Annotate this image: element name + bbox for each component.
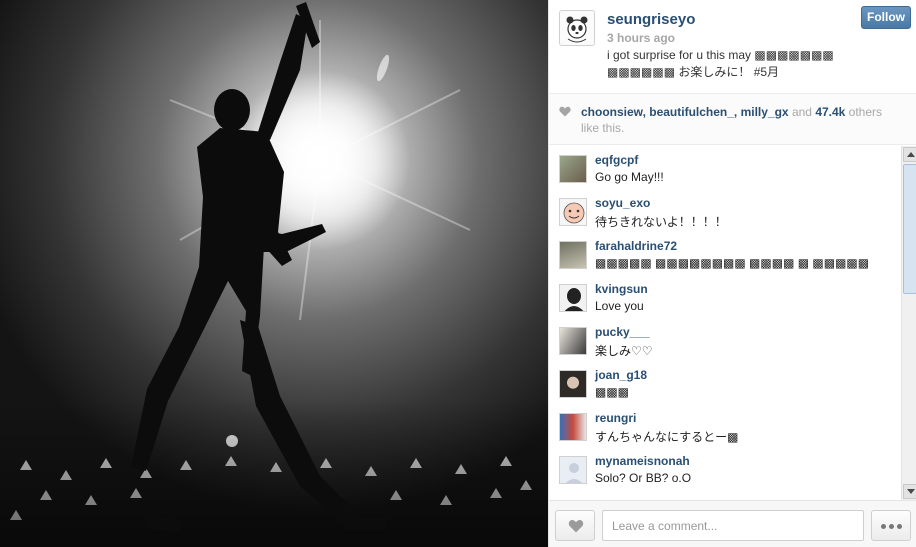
commenter-avatar[interactable] (559, 370, 587, 398)
comment-username[interactable]: mynameisnonah (595, 454, 690, 468)
comment-text: すんちゃんなにするとー▩ (595, 430, 739, 444)
comment-username[interactable]: kvingsun (595, 282, 648, 296)
author-avatar[interactable] (559, 10, 595, 46)
comment-input[interactable] (602, 510, 864, 541)
author-username[interactable]: seungriseyo (607, 11, 695, 28)
comment-item: farahaldrine72 ▩▩▩▩▩ ▩▩▩▩▩▩▩▩ ▩▩▩▩ ▩ ▩▩▩… (549, 232, 899, 275)
commenter-avatar[interactable] (559, 155, 587, 183)
comment-item: joan_g18 ▩▩▩ (549, 361, 899, 404)
scrollbar-thumb[interactable] (903, 164, 916, 294)
concert-photo (0, 0, 548, 547)
scroll-up-arrow-icon[interactable] (903, 147, 916, 162)
default-avatar-icon (560, 457, 586, 483)
comment-item: pucky___ 楽しみ♡♡ (549, 318, 899, 361)
more-options-button[interactable] (871, 510, 911, 541)
likes-count[interactable]: 47.4k (815, 105, 845, 119)
heart-icon (559, 106, 571, 117)
comment-text: 待ちきれないよ！！！！ (595, 215, 727, 229)
comment-text: Go go May!!! (595, 170, 664, 184)
cartoon-face-icon (563, 202, 585, 224)
comments-list: eqfgcpf Go go May!!! soyu_exo 待ちきれないよ！！！… (549, 146, 916, 500)
more-dots-icon (881, 524, 886, 529)
panda-avatar-icon (560, 11, 594, 45)
like-button[interactable] (555, 510, 595, 541)
more-dots-icon (897, 524, 902, 529)
commenter-avatar[interactable] (559, 284, 587, 312)
comment-username[interactable]: pucky___ (595, 325, 650, 339)
likers-names[interactable]: choonsiew, beautifulchen_, milly_gx (581, 105, 789, 119)
commenter-avatar[interactable] (559, 327, 587, 355)
comment-text: Love you (595, 299, 644, 313)
instagram-post-viewer: seungriseyo 3 hours ago i got surprise f… (0, 0, 916, 547)
more-dots-icon (889, 524, 894, 529)
comment-item: kvingsun Love you (549, 275, 899, 318)
commenter-avatar[interactable] (559, 413, 587, 441)
comment-username[interactable]: soyu_exo (595, 196, 650, 210)
heart-icon (568, 520, 584, 533)
commenter-avatar[interactable] (559, 241, 587, 269)
scroll-down-arrow-icon[interactable] (903, 484, 916, 499)
likes-summary: choonsiew, beautifulchen_, milly_gx and … (549, 93, 916, 145)
likes-and: and (788, 105, 816, 119)
post-details-panel: seungriseyo 3 hours ago i got surprise f… (548, 0, 916, 547)
likes-text: choonsiew, beautifulchen_, milly_gx and … (581, 104, 901, 136)
comment-item: soyu_exo 待ちきれないよ！！！！ (549, 189, 899, 232)
comment-username[interactable]: farahaldrine72 (595, 239, 677, 253)
comment-text: 楽しみ♡♡ (595, 344, 653, 358)
follow-button[interactable]: Follow (861, 6, 911, 29)
person-silhouette-icon (564, 288, 584, 311)
comment-text: ▩▩▩ (595, 385, 630, 399)
comment-username[interactable]: eqfgcpf (595, 153, 638, 167)
comment-text: ▩▩▩▩▩ ▩▩▩▩▩▩▩▩ ▩▩▩▩ ▩ ▩▩▩▩▩ (595, 256, 870, 270)
commenter-avatar[interactable] (559, 198, 587, 226)
post-caption: i got surprise for u this may ▩▩▩▩▩▩▩ ▩▩… (607, 48, 834, 79)
comment-item: reungri すんちゃんなにするとー▩ (549, 404, 899, 447)
post-timestamp[interactable]: 3 hours ago (607, 31, 675, 45)
comment-item: mynameisnonah Solo? Or BB? o.O (549, 447, 899, 490)
comment-footer (549, 500, 916, 547)
comment-text: Solo? Or BB? o.O (595, 471, 692, 485)
comment-username[interactable]: joan_g18 (595, 368, 647, 382)
post-header: seungriseyo 3 hours ago i got surprise f… (549, 0, 916, 93)
post-photo (0, 0, 548, 547)
comments-scrollbar[interactable] (901, 146, 916, 500)
comment-username[interactable]: reungri (595, 411, 636, 425)
commenter-avatar[interactable] (559, 456, 587, 484)
comment-item: eqfgcpf Go go May!!! (549, 146, 899, 189)
